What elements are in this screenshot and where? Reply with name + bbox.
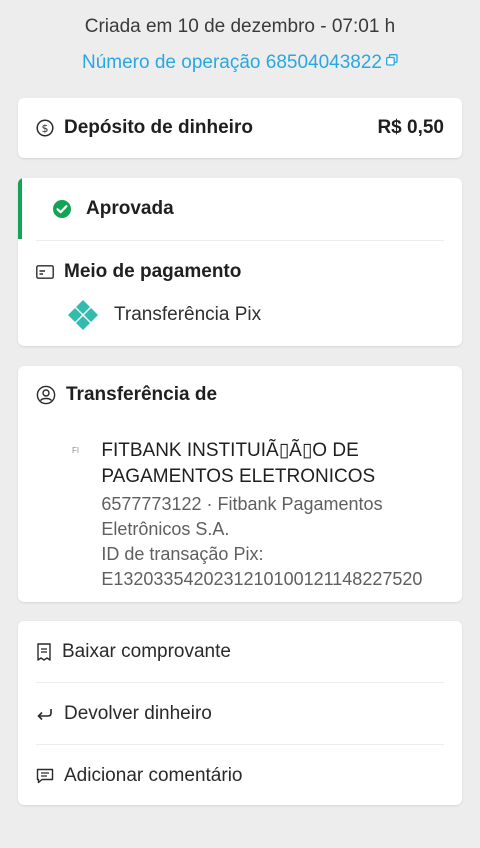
return-money-button[interactable]: Devolver dinheiro [18, 683, 462, 744]
status-row: Aprovada [18, 178, 462, 240]
payment-method-row: Meio de pagamento [18, 241, 462, 283]
header: Criada em 10 de dezembro - 07:01 h Númer… [0, 0, 480, 74]
check-circle-icon [52, 199, 72, 219]
account-line2: Eletrônicos S.A. [101, 519, 230, 539]
add-comment-button[interactable]: Adicionar comentário [18, 745, 462, 805]
bank-name-line2: PAGAMENTOS ELETRONICOS [101, 466, 376, 487]
dollar-circle-icon: $ [36, 119, 54, 137]
deposit-card: $ Depósito de dinheiro R$ 0,50 [18, 98, 462, 158]
card-icon [36, 265, 54, 279]
operation-number-link[interactable]: Número de operação 68504043822 [82, 52, 398, 74]
download-receipt-button[interactable]: Baixar comprovante [18, 621, 462, 682]
receipt-icon [36, 642, 52, 661]
transfer-title-row: Transferência de [36, 384, 444, 406]
download-receipt-label: Baixar comprovante [62, 640, 231, 662]
status-card: Aprovada Meio de pagamento Transferência… [18, 178, 462, 346]
created-date: Criada em 10 de dezembro - 07:01 h [84, 16, 396, 37]
operation-number: Número de operação 68504043822 [81, 52, 382, 73]
actions-card: Baixar comprovante Devolver dinheiro Adi… [18, 621, 462, 805]
status-label: Aprovada [86, 198, 174, 219]
pix-method: Transferência Pix [18, 283, 462, 332]
bank-block: FI FITBANK INSTITUIÃ▯Ã▯O DE PAGAMENTOS E… [36, 438, 444, 592]
status-accent-bar [18, 178, 22, 239]
account-line1: 6577773122 · Fitbank Pagamentos [101, 494, 383, 514]
bank-detail: 6577773122 · Fitbank Pagamentos Eletrôni… [101, 492, 444, 592]
copy-icon[interactable] [386, 50, 398, 66]
return-money-label: Devolver dinheiro [64, 702, 212, 724]
comment-icon [36, 768, 54, 784]
return-arrow-icon [36, 707, 54, 721]
payment-method-name: Transferência Pix [114, 304, 262, 325]
bank-name-line1: FITBANK INSTITUIÃ▯Ã▯O DE [101, 440, 359, 461]
transfer-card: Transferência de FI FITBANK INSTITUIÃ▯Ã▯… [18, 366, 462, 602]
transfer-title: Transferência de [66, 384, 218, 405]
txid-label: ID de transação Pix: [101, 544, 264, 564]
pix-icon [66, 298, 100, 332]
deposit-amount: R$ 0,50 [377, 117, 444, 138]
add-comment-label: Adicionar comentário [64, 764, 243, 786]
user-circle-icon [36, 385, 56, 405]
txid-value: E13203354202312101001211482275​20 [101, 569, 423, 589]
payment-method-title: Meio de pagamento [64, 261, 242, 282]
transaction-detail-screen: Criada em 10 de dezembro - 07:01 h Númer… [0, 0, 480, 848]
deposit-label: Depósito de dinheiro [64, 117, 253, 138]
svg-text:$: $ [42, 122, 49, 135]
bank-logo: FI [72, 446, 80, 455]
